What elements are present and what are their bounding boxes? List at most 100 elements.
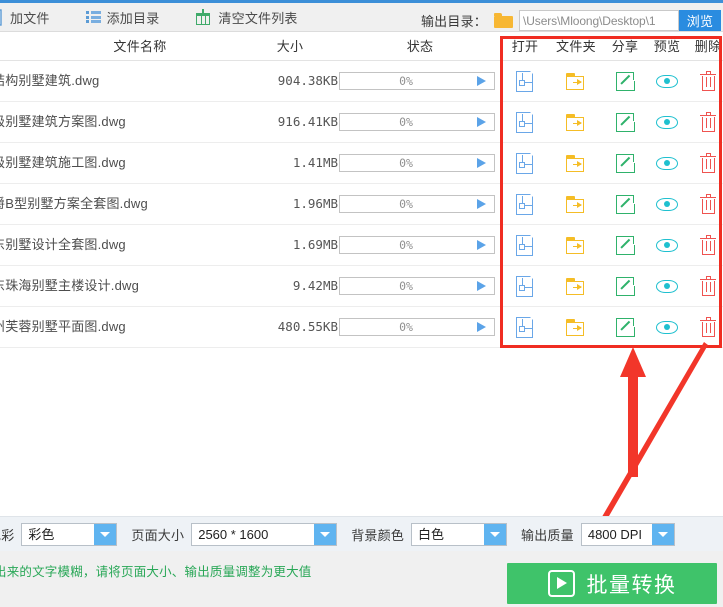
- table-row: 结构别墅建筑.dwg 904.38KB 0%: [0, 61, 723, 102]
- page-size-select-value: 2560 * 1600: [198, 526, 269, 542]
- delete-file-icon[interactable]: [696, 111, 720, 134]
- broom-icon: [195, 8, 212, 26]
- start-conversion-icon[interactable]: [477, 117, 486, 127]
- output-quality-label: 输出质量: [521, 527, 574, 543]
- column-header-open: 打开: [511, 39, 539, 54]
- share-file-icon[interactable]: [613, 111, 637, 134]
- file-size-cell: 9.42MB: [292, 278, 338, 293]
- progress-bar: 0%: [339, 113, 495, 131]
- column-header-size: 大小: [276, 39, 304, 54]
- color-label: 色彩: [0, 527, 15, 543]
- batch-convert-button[interactable]: 批量转换: [507, 563, 717, 604]
- table-row: 东别墅设计全套图.dwg 1.69MB 0%: [0, 225, 723, 266]
- open-folder-icon[interactable]: [564, 70, 588, 93]
- open-file-icon[interactable]: [513, 111, 537, 134]
- table-header-row: 文件名称 大小 状态 打开 文件夹 分享 预览 删除: [0, 33, 723, 61]
- file-status-cell: 0%: [339, 154, 495, 172]
- preview-file-icon[interactable]: [655, 193, 679, 216]
- output-directory-label: 输出目录：: [420, 14, 487, 29]
- file-size-cell: 904.38KB: [277, 73, 338, 88]
- progress-percent: 0%: [399, 115, 413, 129]
- browse-button[interactable]: 浏览: [679, 10, 721, 31]
- file-name-cell: 级别墅建筑施工图.dwg: [0, 155, 126, 170]
- share-file-icon[interactable]: [613, 275, 637, 298]
- preview-file-icon[interactable]: [655, 152, 679, 175]
- add-file-button[interactable]: 加文件: [0, 3, 57, 31]
- background-color-select[interactable]: 白色: [411, 522, 508, 546]
- start-conversion-icon[interactable]: [477, 199, 486, 209]
- output-quality-select[interactable]: 4800 DPI: [580, 522, 675, 546]
- share-file-icon[interactable]: [613, 234, 637, 257]
- open-file-icon[interactable]: [513, 193, 537, 216]
- preview-file-icon[interactable]: [655, 316, 679, 339]
- background-color-label: 背景颜色: [351, 527, 405, 543]
- delete-file-icon[interactable]: [696, 316, 720, 339]
- column-header-folder: 文件夹: [556, 39, 596, 54]
- chevron-down-icon[interactable]: [484, 523, 507, 545]
- clear-file-list-button[interactable]: 清空文件列表: [188, 3, 304, 31]
- table-row: 东珠海别墅主楼设计.dwg 9.42MB 0%: [0, 266, 723, 307]
- preview-file-icon[interactable]: [655, 275, 679, 298]
- list-icon: [85, 11, 101, 23]
- chevron-down-icon[interactable]: [94, 523, 117, 545]
- share-file-icon[interactable]: [613, 316, 637, 339]
- start-conversion-icon[interactable]: [477, 158, 486, 168]
- delete-file-icon[interactable]: [696, 193, 720, 216]
- progress-percent: 0%: [399, 156, 413, 170]
- file-name-cell: 东别墅设计全套图.dwg: [0, 237, 126, 252]
- file-size-cell: 1.41MB: [292, 155, 338, 170]
- open-file-icon[interactable]: [513, 70, 537, 93]
- open-file-icon[interactable]: [513, 152, 537, 175]
- open-folder-icon[interactable]: [564, 152, 588, 175]
- page-size-label: 页面大小: [131, 527, 185, 543]
- file-status-cell: 0%: [339, 72, 495, 90]
- table-row: 州芙蓉别墅平面图.dwg 480.55KB 0%: [0, 307, 723, 348]
- progress-percent: 0%: [399, 74, 413, 88]
- color-select[interactable]: 彩色: [21, 522, 118, 546]
- open-folder-icon[interactable]: [564, 234, 588, 257]
- file-status-cell: 0%: [339, 113, 495, 131]
- open-file-icon[interactable]: [513, 275, 537, 298]
- column-header-preview: 预览: [653, 39, 681, 54]
- delete-file-icon[interactable]: [696, 70, 720, 93]
- footer-bar: 出来的文字模糊，请将页面大小、输出质量调整为更大值 批量转换: [0, 551, 723, 607]
- file-size-cell: 1.69MB: [292, 237, 338, 252]
- add-directory-button[interactable]: 添加目录: [79, 3, 167, 31]
- delete-file-icon[interactable]: [696, 152, 720, 175]
- preview-file-icon[interactable]: [655, 234, 679, 257]
- open-folder-icon[interactable]: [564, 316, 588, 339]
- start-conversion-icon[interactable]: [477, 281, 486, 291]
- file-size-cell: 916.41KB: [277, 114, 338, 129]
- preview-file-icon[interactable]: [655, 111, 679, 134]
- open-file-icon[interactable]: [513, 316, 537, 339]
- folder-icon[interactable]: [494, 13, 513, 28]
- page-size-select[interactable]: 2560 * 1600: [191, 522, 338, 546]
- open-folder-icon[interactable]: [564, 111, 588, 134]
- file-name-cell: 级别墅建筑方案图.dwg: [0, 114, 126, 129]
- share-file-icon[interactable]: [613, 193, 637, 216]
- open-folder-icon[interactable]: [564, 275, 588, 298]
- add-file-icon: [0, 8, 4, 26]
- chevron-down-icon[interactable]: [314, 523, 337, 545]
- delete-file-icon[interactable]: [696, 234, 720, 257]
- start-conversion-icon[interactable]: [477, 76, 486, 86]
- open-folder-icon[interactable]: [564, 193, 588, 216]
- column-header-status: 状态: [406, 39, 434, 54]
- file-status-cell: 0%: [339, 195, 495, 213]
- settings-bar: 色彩 彩色 页面大小 2560 * 1600 背景颜色 白色 输出质量 4800…: [0, 516, 723, 551]
- progress-bar: 0%: [339, 72, 495, 90]
- start-conversion-icon[interactable]: [477, 322, 486, 332]
- open-file-icon[interactable]: [513, 234, 537, 257]
- column-header-share: 分享: [611, 39, 639, 54]
- preview-file-icon[interactable]: [655, 70, 679, 93]
- add-file-label: 加文件: [10, 10, 50, 26]
- file-status-cell: 0%: [339, 236, 495, 254]
- start-conversion-icon[interactable]: [477, 240, 486, 250]
- delete-file-icon[interactable]: [696, 275, 720, 298]
- share-file-icon[interactable]: [613, 70, 637, 93]
- play-icon: [547, 570, 575, 597]
- output-directory-input[interactable]: [519, 10, 679, 31]
- table-row: 级别墅建筑施工图.dwg 1.41MB 0%: [0, 143, 723, 184]
- share-file-icon[interactable]: [613, 152, 637, 175]
- chevron-down-icon[interactable]: [651, 523, 674, 545]
